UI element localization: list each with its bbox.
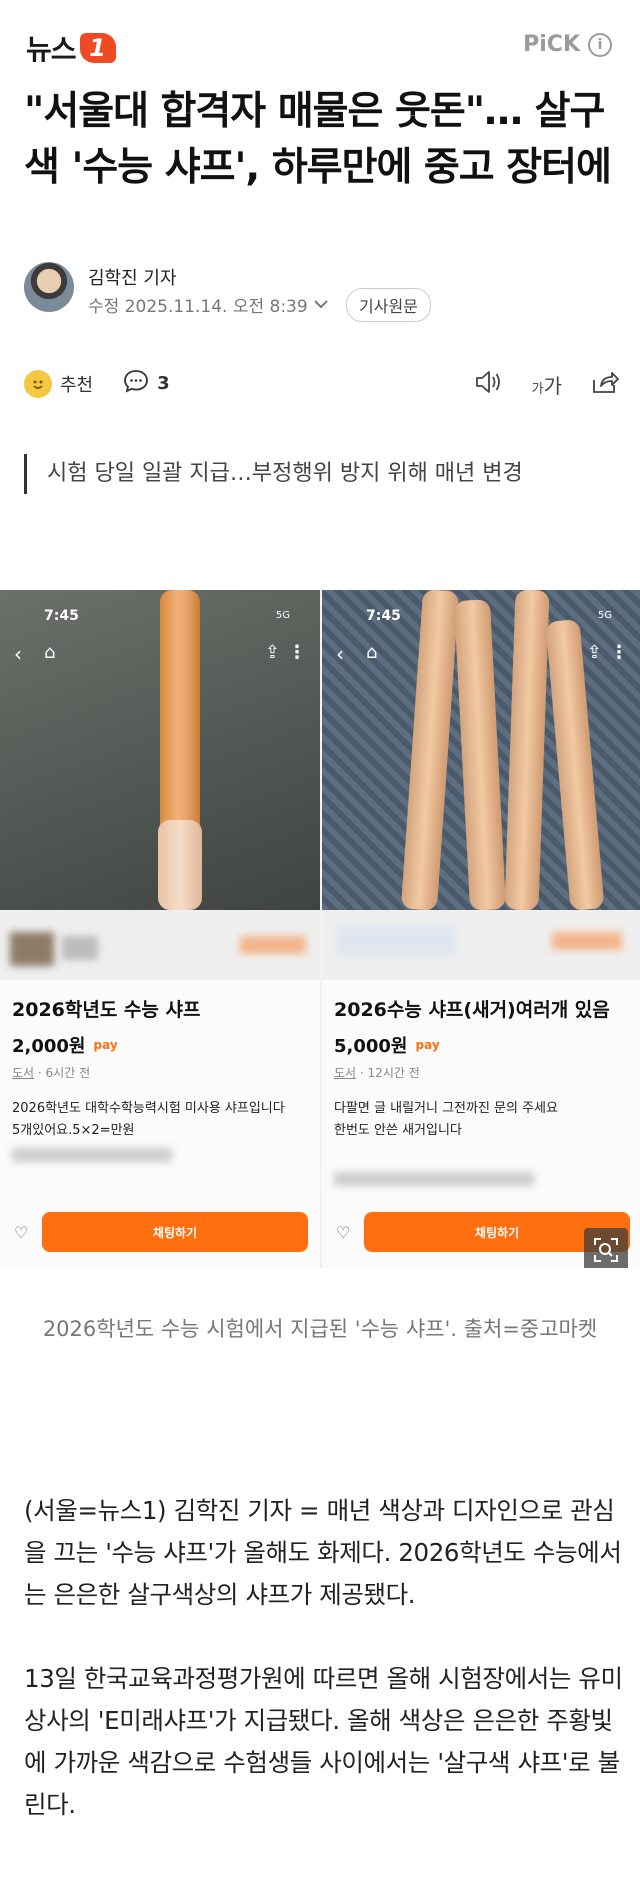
speech-bubble-icon: [123, 368, 149, 399]
chevron-down-icon[interactable]: [313, 297, 328, 313]
logo-text: 뉴스: [26, 33, 77, 66]
listing-description: 다팔면 글 내릴거니 그전까진 문의 주세요 한번도 안쓴 새거입니다: [334, 1098, 630, 1186]
listing-category: 도서 · 6시간 전: [12, 1066, 91, 1080]
chat-button[interactable]: 채팅하기: [42, 1212, 308, 1252]
article-timestamp: 수정 2025.11.14. 오전 8:39: [88, 297, 308, 317]
comment-count: 3: [157, 373, 170, 394]
pencil-image: [504, 590, 550, 911]
listing-photo: 7:45 5G ‹ ⌂ ⇪ ⋮: [0, 590, 320, 910]
listing-title[interactable]: 2026수능 샤프(새거)여러개 있음: [334, 995, 610, 1022]
comment-button[interactable]: 3: [123, 368, 170, 399]
article-meta[interactable]: 수정 2025.11.14. 오전 8:39: [88, 292, 328, 317]
heart-icon[interactable]: ♡: [14, 1223, 28, 1242]
back-icon: ‹: [14, 642, 22, 666]
status-signal: 5G: [597, 610, 612, 621]
status-time: 7:45: [366, 608, 401, 624]
action-bar: 추천 3 가가: [24, 368, 620, 404]
article-photo[interactable]: 7:45 5G ‹ ⌂ ⇪ ⋮ 2026학년도 수능 샤프 2,000원 pay…: [0, 590, 640, 1268]
pay-badge: pay: [93, 1038, 118, 1052]
listing-title[interactable]: 2026학년도 수능 샤프: [12, 995, 200, 1022]
listing-panel: 7:45 5G ‹ ⌂ ⇪ ⋮ 2026학년도 수능 샤프 2,000원 pay…: [0, 590, 320, 1268]
zoom-expand-icon[interactable]: [584, 1228, 628, 1268]
article-paragraph: (서울=뉴스1) 김학진 기자 = 매년 색상과 디자인으로 관심을 끄는 '수…: [24, 1496, 622, 1609]
category-link[interactable]: 도서: [334, 1066, 356, 1080]
reporter-avatar[interactable]: [24, 262, 74, 312]
status-time: 7:45: [44, 608, 79, 624]
pick-label: PiCK: [523, 32, 580, 57]
description-line: 5개있어요.5×2=만원: [12, 1123, 135, 1138]
price-row: 5,000원 pay: [334, 1032, 440, 1058]
recommend-label: 추천: [60, 374, 94, 396]
article-headline: "서울대 합격자 매물은 웃돈"… 살구색 '수능 샤프', 하루만에 중고 장…: [24, 89, 612, 190]
article-subtitle: 시험 당일 일괄 지급…부정행위 방지 위해 매년 변경: [24, 454, 620, 494]
description-line: 2026학년도 대학수학능력시험 미사용 샤프입니다: [12, 1101, 285, 1116]
seller-info-blurred: [0, 910, 320, 980]
news1-logo[interactable]: 뉴스 1: [26, 28, 116, 68]
info-icon[interactable]: i: [588, 32, 612, 57]
speaker-icon[interactable]: [474, 368, 504, 400]
listing-time: 6시간 전: [45, 1066, 91, 1080]
recommend-button[interactable]: 추천: [24, 369, 94, 398]
category-link[interactable]: 도서: [12, 1066, 34, 1080]
pick-badge[interactable]: PiCK i: [523, 32, 612, 57]
article-paragraph: 13일 한국교육과정평가원에 따르면 올해 시험장에서는 유미상사의 'E미래샤…: [24, 1664, 623, 1819]
article-body: (서울=뉴스1) 김학진 기자 = 매년 색상과 디자인으로 관심을 끄는 '수…: [24, 1490, 624, 1868]
seller-info-blurred: [322, 910, 640, 980]
pencil-image: [400, 590, 460, 911]
listing-panel: 7:45 5G ‹ ⌂ ⇪ ⋮ 2026수능 샤프(새거)여러개 있음 5,00…: [322, 590, 640, 1268]
listing-description: 2026학년도 대학수학능력시험 미사용 샤프입니다 5개있어요.5×2=만원: [12, 1098, 308, 1162]
reporter-name[interactable]: 김학진 기자: [88, 264, 177, 290]
description-line: 한번도 안쓴 새거입니다: [334, 1123, 462, 1138]
share-icon: ⇪: [264, 642, 280, 663]
font-size-small-label: 가: [531, 381, 544, 397]
listing-category: 도서 · 12시간 전: [334, 1066, 420, 1080]
pencil-image: [453, 599, 507, 911]
original-article-button[interactable]: 기사원문: [346, 288, 431, 322]
price-row: 2,000원 pay: [12, 1032, 118, 1058]
more-icon: ⋮: [288, 642, 306, 663]
logo-badge: 1: [79, 33, 116, 63]
description-line: 다팔면 글 내릴거니 그전까진 문의 주세요: [334, 1101, 558, 1116]
font-size-large-label: 가: [543, 373, 562, 398]
share-icon: ⇪: [586, 642, 602, 663]
top-bar: 뉴스 1 PiCK i: [0, 0, 640, 96]
share-icon[interactable]: [590, 368, 620, 400]
smile-emoji-icon: [24, 369, 52, 398]
more-icon: ⋮: [610, 642, 628, 663]
listing-price: 5,000원: [334, 1036, 408, 1057]
home-icon: ⌂: [44, 642, 56, 663]
home-icon: ⌂: [366, 642, 378, 663]
pay-badge: pay: [415, 1038, 440, 1052]
photo-caption: 2026학년도 수능 시험에서 지급된 '수능 샤프'. 출처=중고마켓: [42, 1317, 598, 1341]
listing-time: 12시간 전: [367, 1066, 420, 1080]
font-size-icon[interactable]: 가가: [532, 370, 562, 399]
byline: 김학진 기자 수정 2025.11.14. 오전 8:39 기사원문: [24, 262, 624, 322]
listing-price: 2,000원: [12, 1036, 86, 1057]
status-signal: 5G: [275, 610, 290, 621]
heart-icon[interactable]: ♡: [336, 1223, 350, 1242]
listing-photo: 7:45 5G ‹ ⌂ ⇪ ⋮: [322, 590, 640, 911]
pencil-grip-image: [158, 820, 202, 910]
back-icon: ‹: [336, 642, 344, 666]
